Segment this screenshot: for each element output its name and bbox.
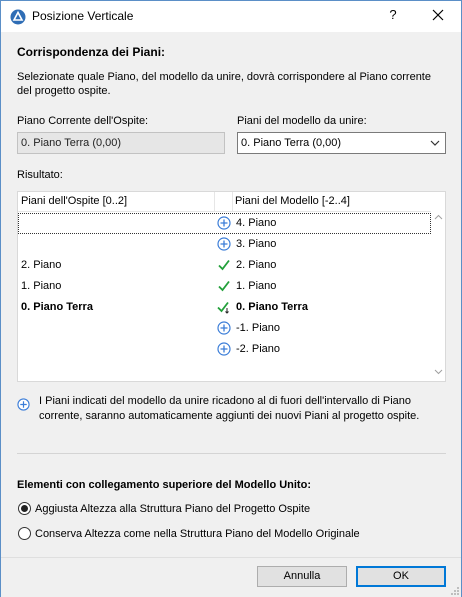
resize-grip-icon[interactable] xyxy=(450,586,460,596)
add-story-icon xyxy=(17,398,30,411)
chevron-down-icon xyxy=(430,140,440,146)
status-cell xyxy=(217,342,231,356)
result-table[interactable]: Piani dell'Ospite [0..2] Piani del Model… xyxy=(17,191,446,382)
add-story-icon xyxy=(217,216,231,230)
status-cell xyxy=(217,279,231,293)
scroll-down-icon[interactable] xyxy=(434,369,443,375)
dialog-window: Posizione Verticale ? Corrispondenza dei… xyxy=(0,0,462,597)
status-cell xyxy=(217,321,231,335)
add-story-icon xyxy=(217,342,231,356)
radio-selected-dot xyxy=(21,505,28,512)
host-story-cell: 0. Piano Terra xyxy=(21,301,93,313)
merge-story-cell: 0. Piano Terra xyxy=(236,301,308,313)
column-merge-header[interactable]: Piani del Modello [-2..4] xyxy=(235,195,350,207)
merge-story-cell: 4. Piano xyxy=(236,217,277,229)
table-row[interactable]: -2. Piano xyxy=(18,339,431,360)
radio-adjust-height-label[interactable]: Aggiusta Altezza alla Struttura Piano de… xyxy=(35,503,310,515)
host-story-label: Piano Corrente dell'Ospite: xyxy=(17,115,149,127)
description-text: Selezionate quale Piano, del modello da … xyxy=(17,71,431,97)
check-current-icon xyxy=(217,301,229,314)
radio-adjust-height[interactable] xyxy=(18,502,31,515)
table-row[interactable]: -1. Piano xyxy=(18,318,431,339)
check-icon xyxy=(218,280,230,292)
table-row[interactable]: 2. Piano 2. Piano xyxy=(18,255,431,276)
close-button[interactable] xyxy=(427,7,449,25)
dialog-title: Posizione Verticale xyxy=(32,9,134,23)
merge-story-cell: -2. Piano xyxy=(236,343,281,355)
add-story-icon xyxy=(217,321,231,335)
merge-story-cell: -1. Piano xyxy=(236,322,281,334)
radio-keep-height[interactable] xyxy=(18,527,31,540)
merge-story-dropdown[interactable]: 0. Piano Terra (0,00) xyxy=(237,132,446,154)
add-story-icon xyxy=(217,237,231,251)
cancel-button[interactable]: Annulla xyxy=(257,566,347,587)
help-button[interactable]: ? xyxy=(383,7,403,25)
column-divider xyxy=(232,192,233,212)
table-row[interactable]: 1. Piano 1. Piano xyxy=(18,276,431,297)
status-cell xyxy=(217,300,231,314)
host-story-field: 0. Piano Terra (0,00) xyxy=(17,132,225,154)
merge-story-cell: 1. Piano xyxy=(236,280,277,292)
table-header: Piani dell'Ospite [0..2] Piani del Model… xyxy=(18,192,431,212)
host-story-cell: 1. Piano xyxy=(21,280,62,292)
result-label: Risultato: xyxy=(17,169,63,181)
radio-keep-height-label[interactable]: Conserva Altezza come nella Struttura Pi… xyxy=(35,528,360,540)
status-cell xyxy=(217,258,231,272)
close-icon xyxy=(432,9,444,21)
scroll-up-icon[interactable] xyxy=(434,214,443,220)
section-divider xyxy=(17,453,446,454)
merge-story-label: Piani del modello da unire: xyxy=(237,115,367,127)
linked-section-title: Elementi con collegamento superiore del … xyxy=(17,479,311,491)
merge-story-value: 0. Piano Terra (0,00) xyxy=(241,137,342,149)
vertical-scrollbar[interactable] xyxy=(431,192,445,381)
host-story-cell: 2. Piano xyxy=(21,259,62,271)
table-row[interactable]: 3. Piano xyxy=(18,234,431,255)
section-title: Corrispondenza dei Piani: xyxy=(17,45,166,59)
table-row[interactable]: 4. Piano xyxy=(18,213,431,234)
merge-story-cell: 3. Piano xyxy=(236,238,277,250)
column-divider xyxy=(214,192,215,212)
merge-story-cell: 2. Piano xyxy=(236,259,277,271)
ok-button[interactable]: OK xyxy=(356,566,446,587)
info-note: I Piani indicati del modello da unire ri… xyxy=(39,395,420,422)
status-cell xyxy=(217,216,231,230)
archicad-app-icon xyxy=(10,9,26,25)
table-row[interactable]: 0. Piano Terra 0. Piano Terra xyxy=(18,297,431,318)
status-cell xyxy=(217,237,231,251)
title-bar[interactable]: Posizione Verticale ? xyxy=(1,1,461,32)
column-host-header[interactable]: Piani dell'Ospite [0..2] xyxy=(21,195,127,207)
check-icon xyxy=(218,259,230,271)
button-bar: Annulla OK xyxy=(1,557,461,597)
